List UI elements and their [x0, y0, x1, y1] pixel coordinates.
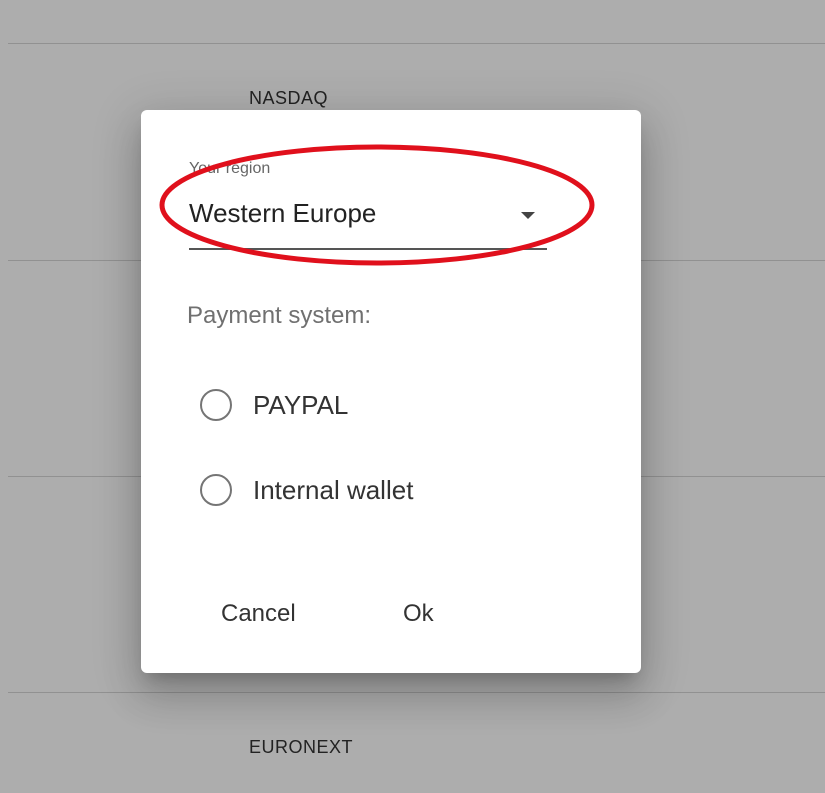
cancel-button[interactable]: Cancel — [221, 600, 296, 628]
radio-option-label: Internal wallet — [253, 475, 414, 505]
region-select[interactable]: Your region Western Europe — [189, 160, 547, 252]
radio-button-icon[interactable] — [200, 389, 232, 421]
radio-option-label: PAYPAL — [253, 390, 349, 420]
page: NASDAQ EURONEXT Your region Western Euro… — [0, 0, 825, 793]
payment-dialog: Your region Western Europe Payment syste… — [141, 110, 641, 673]
radio-button-icon[interactable] — [200, 474, 232, 506]
ok-button[interactable]: Ok — [403, 600, 434, 628]
payment-system-label: Payment system: — [187, 302, 372, 329]
radio-option-paypal[interactable]: PAYPAL — [200, 387, 520, 427]
dropdown-arrow-icon[interactable] — [521, 212, 535, 219]
field-underline — [189, 248, 547, 250]
region-field-label: Your region — [189, 160, 271, 177]
region-field-value[interactable]: Western Europe — [189, 198, 376, 229]
radio-option-internal-wallet[interactable]: Internal wallet — [200, 472, 520, 512]
